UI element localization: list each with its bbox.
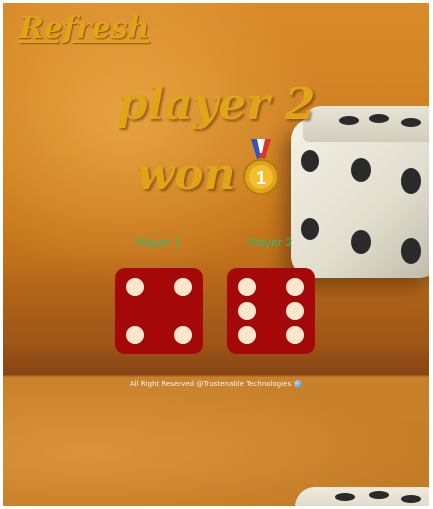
die-pip	[238, 326, 256, 344]
background-die-pip	[351, 230, 371, 254]
die-pip	[286, 278, 304, 296]
background-die-pip	[401, 168, 421, 194]
die-pip	[126, 326, 144, 344]
game-screen: Refresh player 2 won 1 Player 1 Player 2…	[3, 3, 429, 506]
medal-number: 1	[256, 168, 266, 188]
die-pip	[126, 278, 144, 296]
die-pip	[174, 278, 192, 296]
footer: All Right Reserved @Trustenable Technolo…	[3, 380, 429, 388]
die-pip	[174, 326, 192, 344]
player1-die	[115, 268, 203, 354]
globe-icon	[294, 380, 303, 388]
background-die-pip	[401, 238, 421, 264]
background-die-image-lower	[295, 487, 429, 506]
refresh-link[interactable]: Refresh	[19, 11, 150, 46]
player2-die	[227, 268, 315, 354]
player2-label: Player 2	[248, 236, 293, 249]
background-die-pip	[369, 491, 389, 499]
winner-text-line1: player 2	[116, 79, 316, 130]
winner-text-line2: won	[136, 149, 236, 200]
background-die-pip	[301, 218, 319, 240]
player1-label: Player 1	[136, 236, 181, 249]
die-pip	[238, 278, 256, 296]
die-pip	[286, 326, 304, 344]
gold-medal-icon: 1	[243, 139, 279, 195]
background-die-pip	[335, 493, 355, 501]
die-pip	[286, 302, 304, 320]
background-die-pip	[401, 495, 421, 503]
footer-text: All Right Reserved @Trustenable Technolo…	[129, 380, 292, 388]
die-pip	[238, 302, 256, 320]
